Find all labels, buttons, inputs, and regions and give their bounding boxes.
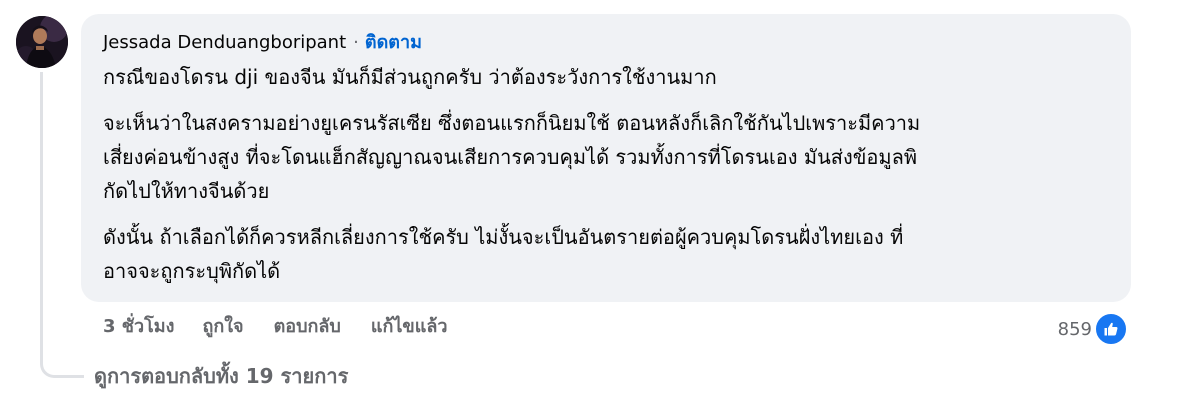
reaction-count: 859: [1057, 318, 1092, 340]
comment-actions: 3 ชั่วโมง ถูกใจ ตอบกลับ แก้ไขแล้ว: [103, 313, 477, 341]
view-replies-link[interactable]: ดูการตอบกลับทั้ง 19 รายการ: [94, 360, 348, 392]
like-button[interactable]: ถูกใจ: [202, 313, 243, 341]
thumbs-up-icon: [1094, 312, 1128, 346]
comment-paragraph: ดังนั้น ถ้าเลือกได้ก็ควรหลีกเลี่ยงการใช้…: [103, 220, 1109, 288]
edited-label[interactable]: แก้ไขแล้ว: [371, 313, 448, 341]
comment-line: เสี่ยงค่อนข้างสูง ที่จะโดนแฮ็กสัญญาณจนเส…: [103, 145, 918, 169]
comment-line: กัดไปให้ทางจีนด้วย: [103, 179, 270, 203]
comment-paragraph: กรณีของโดรน dji ของจีน มันก็มีส่วนถูกครั…: [103, 60, 1109, 94]
comment-line: จะเห็นว่าในสงครามอย่างยูเครนรัสเซีย ซึ่ง…: [103, 111, 921, 135]
follow-button[interactable]: ติดตาม: [365, 30, 422, 56]
reaction-summary[interactable]: 859: [1058, 312, 1128, 346]
reply-button[interactable]: ตอบกลับ: [274, 313, 341, 341]
avatar[interactable]: [16, 16, 68, 68]
comment-header: Jessada Denduangboripant · ติดตาม: [103, 30, 1109, 56]
comment-line: กรณีของโดรน dji ของจีน มันก็มีส่วนถูกครั…: [103, 65, 717, 89]
comment-line: ดังนั้น ถ้าเลือกได้ก็ควรหลีกเลี่ยงการใช้…: [103, 225, 904, 249]
comment-bubble: Jessada Denduangboripant · ติดตาม กรณีขอ…: [81, 14, 1131, 302]
thread-connector: [40, 345, 84, 378]
thread-line: [40, 72, 43, 362]
author-name[interactable]: Jessada Denduangboripant: [103, 30, 346, 56]
comment-line: อาจจะถูกระบุพิกัดได้: [103, 259, 281, 283]
comment-paragraph: จะเห็นว่าในสงครามอย่างยูเครนรัสเซีย ซึ่ง…: [103, 106, 1109, 208]
timestamp[interactable]: 3 ชั่วโมง: [103, 313, 174, 341]
separator-dot: ·: [353, 32, 359, 53]
